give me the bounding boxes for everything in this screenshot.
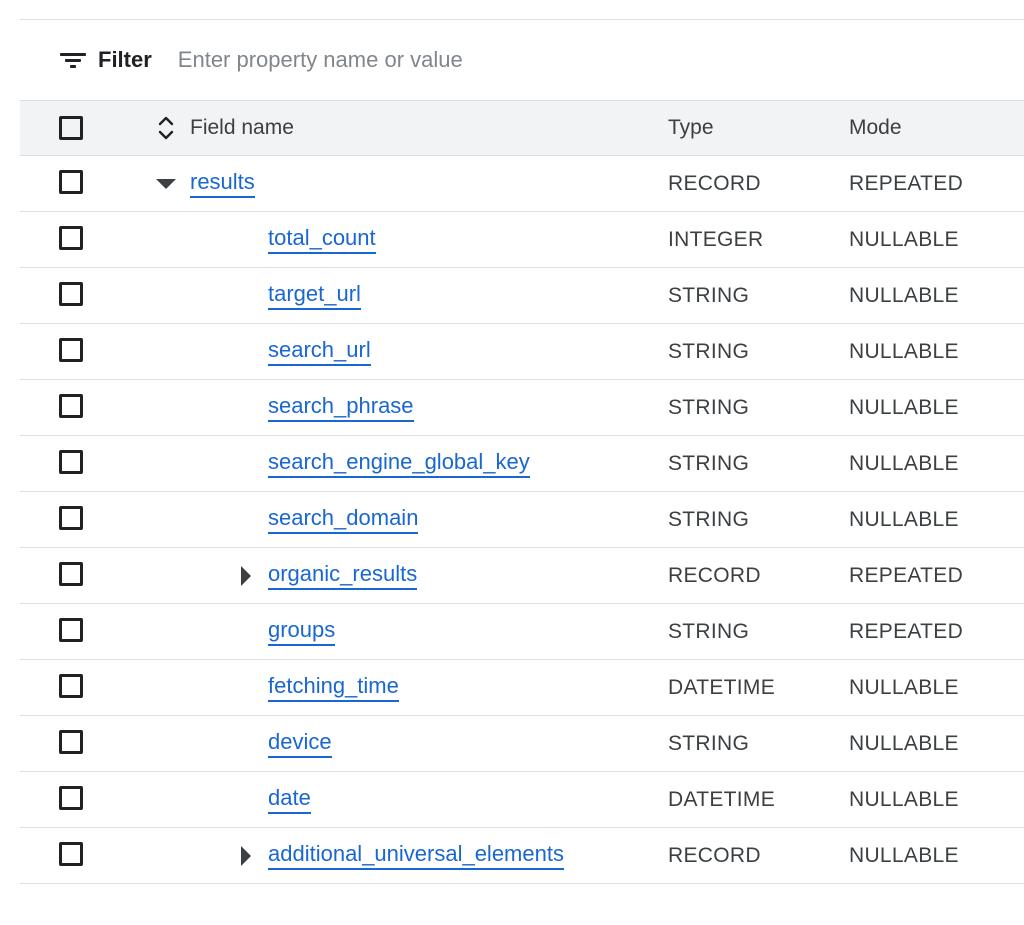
field-name-cell: target_url [268, 268, 361, 323]
type-cell: RECORD [668, 564, 761, 587]
mode-cell: NULLABLE [849, 340, 959, 363]
mode-cell: NULLABLE [849, 788, 959, 811]
table-row: total_count INTEGER NULLABLE [20, 212, 1024, 268]
table-row: search_phrase STRING NULLABLE [20, 380, 1024, 436]
filter-bar: Filter [20, 20, 1024, 100]
row-checkbox[interactable] [59, 618, 83, 642]
schema-panel: Filter Field name Type Mode results RECOR… [0, 0, 1024, 925]
table-row: fetching_time DATETIME NULLABLE [20, 660, 1024, 716]
table-row: search_engine_global_key STRING NULLABLE [20, 436, 1024, 492]
row-checkbox[interactable] [59, 338, 83, 362]
field-name-cell: search_phrase [268, 380, 414, 435]
field-name-cell: groups [268, 604, 336, 659]
row-checkbox[interactable] [59, 450, 83, 474]
field-name-link[interactable]: search_domain [268, 505, 419, 534]
table-row: search_domain STRING NULLABLE [20, 492, 1024, 548]
field-name-cell: search_engine_global_key [268, 436, 530, 491]
type-cell: STRING [668, 508, 750, 531]
field-name-cell: total_count [268, 212, 376, 267]
field-name-link[interactable]: fetching_time [268, 673, 399, 702]
table-row: search_url STRING NULLABLE [20, 324, 1024, 380]
mode-cell: NULLABLE [849, 284, 959, 307]
table-row: groups STRING REPEATED [20, 604, 1024, 660]
column-header-type: Type [668, 116, 714, 139]
mode-cell: NULLABLE [849, 508, 959, 531]
field-name-cell: fetching_time [268, 660, 399, 715]
field-name-link[interactable]: device [268, 729, 332, 758]
mode-cell: REPEATED [849, 172, 964, 195]
table-body: results RECORD REPEATED total_count INTEGER N… [20, 156, 1024, 884]
mode-cell: NULLABLE [849, 844, 959, 867]
filter-list-icon[interactable] [60, 50, 86, 70]
type-cell: DATETIME [668, 788, 776, 811]
field-name-link[interactable]: organic_results [268, 561, 418, 590]
select-all-checkbox[interactable] [59, 116, 83, 140]
field-name-cell: device [268, 716, 332, 771]
row-checkbox[interactable] [59, 282, 83, 306]
row-checkbox[interactable] [59, 506, 83, 530]
mode-cell: NULLABLE [849, 228, 959, 251]
row-checkbox[interactable] [59, 674, 83, 698]
type-cell: STRING [668, 340, 750, 363]
field-name-link[interactable]: search_url [268, 337, 371, 366]
collapse-arrow-icon[interactable] [156, 178, 176, 189]
row-checkbox[interactable] [59, 842, 83, 866]
row-checkbox[interactable] [59, 562, 83, 586]
table-row: date DATETIME NULLABLE [20, 772, 1024, 828]
type-cell: STRING [668, 732, 750, 755]
column-header-mode: Mode [849, 116, 902, 139]
type-cell: STRING [668, 396, 750, 419]
table-row: results RECORD REPEATED [20, 156, 1024, 212]
row-checkbox[interactable] [59, 170, 83, 194]
type-cell: STRING [668, 452, 750, 475]
mode-cell: NULLABLE [849, 396, 959, 419]
field-name-link[interactable]: total_count [268, 225, 376, 254]
field-name-cell: additional_universal_elements [241, 828, 564, 883]
field-name-link[interactable]: date [268, 785, 311, 814]
row-checkbox[interactable] [59, 786, 83, 810]
mode-cell: REPEATED [849, 564, 964, 587]
field-name-cell: search_url [268, 324, 371, 379]
type-cell: INTEGER [668, 228, 764, 251]
expand-arrow-icon[interactable] [241, 845, 251, 866]
type-cell: RECORD [668, 844, 761, 867]
field-name-link[interactable]: search_engine_global_key [268, 449, 530, 478]
table-row: device STRING NULLABLE [20, 716, 1024, 772]
table-header: Field name Type Mode [20, 100, 1024, 156]
type-cell: STRING [668, 620, 750, 643]
row-checkbox[interactable] [59, 730, 83, 754]
row-checkbox[interactable] [59, 226, 83, 250]
field-name-cell: results [156, 156, 255, 211]
filter-input[interactable] [177, 47, 678, 73]
mode-cell: NULLABLE [849, 452, 959, 475]
row-checkbox[interactable] [59, 394, 83, 418]
expand-arrow-icon[interactable] [241, 565, 251, 586]
field-name-cell: search_domain [268, 492, 419, 547]
field-name-link[interactable]: additional_universal_elements [268, 841, 564, 870]
field-name-cell: organic_results [241, 548, 418, 603]
table-row: target_url STRING NULLABLE [20, 268, 1024, 324]
field-name-link[interactable]: search_phrase [268, 393, 414, 422]
field-name-link[interactable]: target_url [268, 281, 361, 310]
mode-cell: REPEATED [849, 620, 964, 643]
mode-cell: NULLABLE [849, 676, 959, 699]
schema-table: Field name Type Mode results RECORD REPEAT… [20, 100, 1024, 884]
field-name-link[interactable]: results [190, 169, 255, 198]
table-row: organic_results RECORD REPEATED [20, 548, 1024, 604]
table-row: additional_universal_elements RECORD NULLA… [20, 828, 1024, 884]
field-name-cell: date [268, 772, 311, 827]
type-cell: STRING [668, 284, 750, 307]
type-cell: RECORD [668, 172, 761, 195]
mode-cell: NULLABLE [849, 732, 959, 755]
column-header-field-name[interactable]: Field name [190, 101, 294, 155]
field-name-link[interactable]: groups [268, 617, 336, 646]
filter-label[interactable]: Filter [98, 47, 152, 73]
type-cell: DATETIME [668, 676, 776, 699]
sort-icon[interactable] [156, 113, 176, 143]
